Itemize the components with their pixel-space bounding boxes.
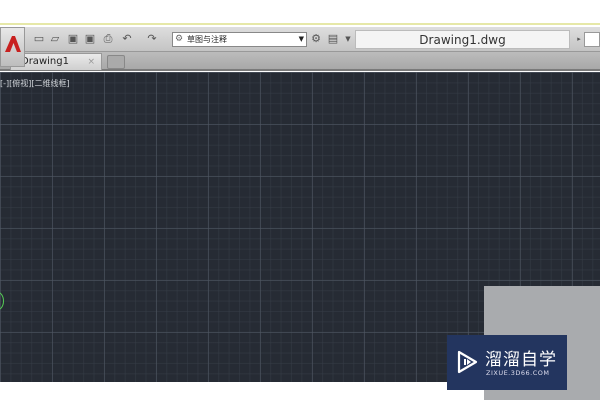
save-as-icon[interactable]: ▣ — [84, 33, 96, 45]
watermark-name: 溜溜自学 — [485, 350, 557, 370]
gear-icon: ⚙ — [175, 34, 184, 44]
save-icon[interactable]: ▣ — [67, 33, 79, 45]
new-tab-button[interactable] — [107, 55, 125, 69]
viewport-controls[interactable]: [-][俯视][二维线框] — [0, 78, 70, 89]
ucs-icon — [0, 292, 4, 310]
workspace-settings-icon[interactable]: ⚙ — [310, 33, 322, 45]
file-tabs: Drawing1 × — [0, 52, 600, 71]
chevron-down-icon: ▼ — [298, 35, 304, 43]
play-logo-icon — [457, 350, 478, 374]
open-icon[interactable]: ▱ — [49, 33, 61, 45]
workspace-label: 草图与注释 — [187, 35, 227, 44]
watermark-url: ZIXUE.3D66.COM — [486, 369, 550, 377]
customize-dropdown-icon[interactable]: ▼ — [342, 33, 354, 45]
quick-access-toolbar: ▭ ▱ ▣ ▣ ⎙ ↶ ↷ ⚙ 草图与注释 ▼ ⚙ ▤ ▼ Drawing1.d… — [0, 27, 600, 52]
undo-icon[interactable]: ↶ — [121, 33, 133, 45]
autocad-logo-icon — [5, 36, 21, 52]
print-icon[interactable]: ⎙ — [102, 33, 114, 45]
new-icon[interactable]: ▭ — [33, 33, 45, 45]
watermark: 溜溜自学 ZIXUE.3D66.COM — [447, 335, 567, 390]
redo-icon[interactable]: ↷ — [146, 33, 158, 45]
workspace-dropdown[interactable]: ⚙ 草图与注释 ▼ — [172, 32, 307, 47]
window-title: Drawing1.dwg — [355, 30, 570, 49]
top-band — [0, 0, 600, 25]
close-icon[interactable]: × — [87, 54, 95, 70]
app-menu-button[interactable] — [0, 27, 25, 67]
layer-icon[interactable]: ▤ — [327, 33, 339, 45]
search-input[interactable] — [584, 32, 600, 47]
tab-label: Drawing1 — [21, 56, 69, 67]
